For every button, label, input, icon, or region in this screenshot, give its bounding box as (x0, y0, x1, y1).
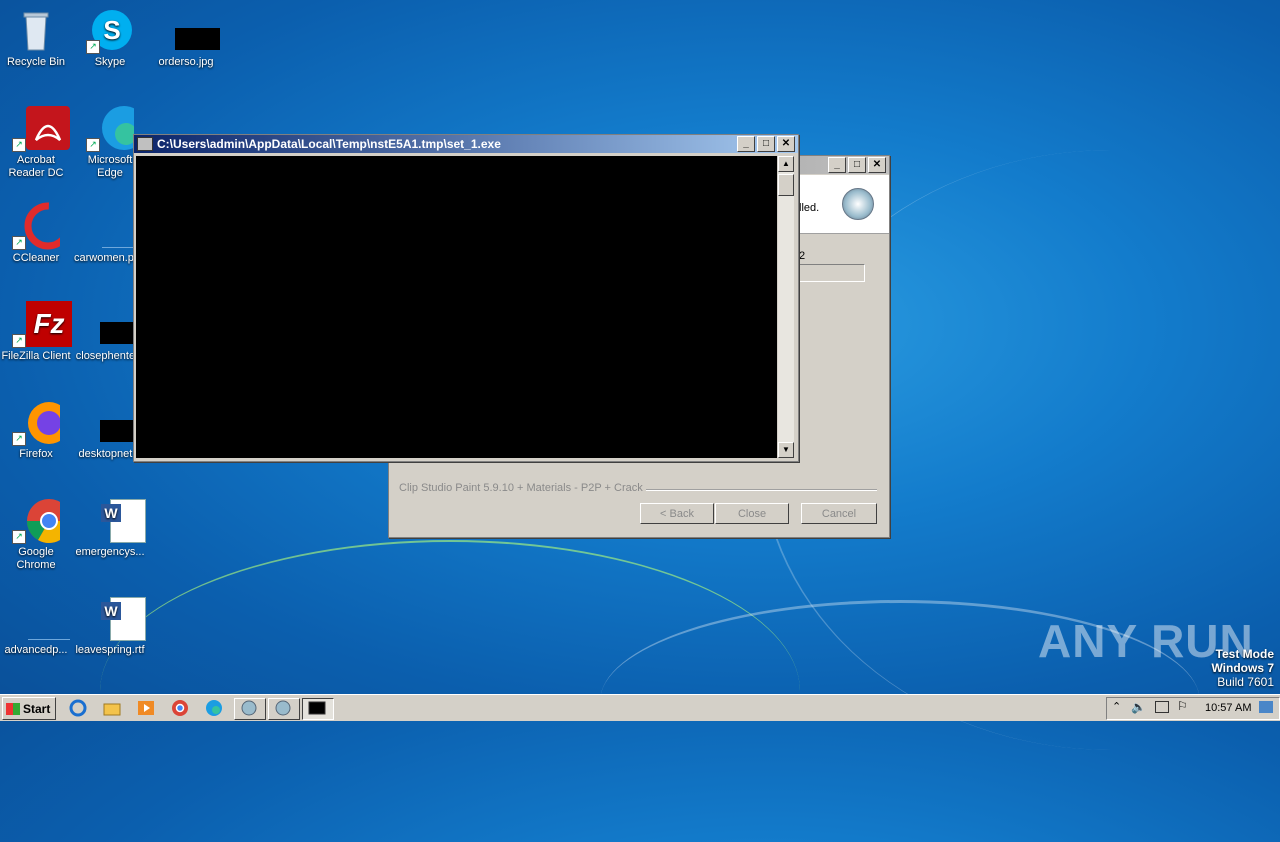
installer-header-text: lled. (799, 202, 820, 214)
clock[interactable]: 10:57 AM (1205, 702, 1251, 714)
scroll-down-button[interactable]: ▼ (778, 442, 794, 458)
start-button[interactable]: Start (2, 697, 56, 720)
desktop-icon-label: CCleaner (12, 252, 60, 264)
desktop-icon-leavespring[interactable]: W leavespring.rtf (74, 594, 146, 657)
image-file-icon (162, 6, 220, 54)
ccleaner-icon: ↗ (12, 202, 72, 250)
volume-icon[interactable]: 🔈 (1131, 700, 1146, 714)
console-window[interactable]: C:\Users\admin\AppData\Local\Temp\nstE5A… (133, 134, 799, 462)
desktop-icon-orderso[interactable]: orderso.jpg (150, 6, 222, 69)
shortcut-arrow-icon: ↗ (12, 530, 26, 544)
scroll-up-button[interactable]: ▲ (778, 156, 794, 172)
file-icon (86, 398, 145, 446)
desktop-icon-ccleaner[interactable]: ↗ CCleaner (0, 202, 72, 265)
console-titlebar[interactable]: C:\Users\admin\AppData\Local\Temp\nstE5A… (134, 135, 798, 153)
installer-footer-brand: Clip Studio Paint 5.9.10 + Materials - P… (399, 482, 646, 494)
desktop-icon-label: Acrobat Reader DC (8, 154, 64, 179)
console-app-icon (137, 137, 153, 151)
desktop-icon-label: advancedp... (4, 644, 68, 656)
skype-icon: S ↗ (86, 6, 134, 54)
console-output[interactable] (136, 156, 777, 458)
os-label: Windows 7 (1211, 661, 1274, 675)
desktop-icon-label: Recycle Bin (6, 56, 66, 68)
close-window-button[interactable]: ✕ (777, 136, 795, 152)
test-mode-label: Test Mode (1215, 647, 1274, 661)
desktop-icon-skype[interactable]: S ↗ Skype (74, 6, 146, 69)
back-button[interactable]: < Back (640, 503, 714, 524)
chrome-icon: ↗ (12, 496, 71, 544)
show-desktop-icon[interactable] (1259, 701, 1273, 713)
desktop-icon-label: Firefox (19, 448, 53, 460)
shortcut-arrow-icon: ↗ (12, 236, 26, 250)
desktop-icon-label: emergencys... (75, 546, 145, 558)
ie-taskbar-icon[interactable] (68, 698, 90, 718)
shortcut-arrow-icon: ↗ (86, 40, 100, 54)
close-window-button[interactable]: ✕ (868, 157, 886, 173)
start-label: Start (23, 701, 51, 716)
maximize-button[interactable]: □ (848, 157, 866, 173)
installer-progress-bar (799, 264, 865, 282)
console-title: C:\Users\admin\AppData\Local\Temp\nstE5A… (157, 137, 501, 151)
filezilla-icon: Fz ↗ (12, 300, 72, 348)
minimize-button[interactable]: _ (828, 157, 846, 173)
acrobat-icon: ↗ (12, 104, 70, 152)
word-doc-icon: W (86, 496, 146, 544)
desktop-icon-label: Skype (94, 56, 126, 68)
close-button[interactable]: Close (715, 503, 789, 524)
installer-logo-icon (842, 188, 874, 220)
desktop-icon-label: orderso.jpg (158, 56, 214, 68)
shortcut-arrow-icon: ↗ (12, 432, 26, 446)
desktop-icon-label: leavespring.rtf (75, 644, 145, 656)
maximize-button[interactable]: □ (757, 136, 775, 152)
desktop-icon-emergencys[interactable]: W emergencys... (74, 496, 146, 559)
desktop-icon-chrome[interactable]: ↗ Google Chrome (0, 496, 72, 572)
desktop-icon-firefox[interactable]: ↗ Firefox (0, 398, 72, 461)
firefox-icon: ↗ (12, 398, 70, 446)
media-player-taskbar-icon[interactable] (136, 698, 158, 718)
cancel-button[interactable]: Cancel (801, 503, 877, 524)
console-scrollbar[interactable]: ▲ ▼ (778, 156, 794, 458)
desktop-icon-label: Google Chrome (16, 546, 56, 571)
desktop-icon-acrobat[interactable]: ↗ Acrobat Reader DC (0, 104, 72, 180)
shortcut-arrow-icon: ↗ (12, 138, 26, 152)
installer2-taskbar-icon[interactable] (268, 698, 300, 720)
edge-icon: ↗ (86, 104, 146, 152)
shortcut-arrow-icon: ↗ (86, 138, 100, 152)
console-taskbar-icon[interactable] (302, 698, 334, 720)
chrome-taskbar-icon[interactable] (170, 698, 192, 718)
build-label: Build 7601 (1217, 675, 1274, 689)
installer-taskbar-icon[interactable] (234, 698, 266, 720)
desktop-icon-filezilla[interactable]: Fz ↗ FileZilla Client (0, 300, 72, 363)
file-icon (86, 202, 142, 250)
minimize-button[interactable]: _ (737, 136, 755, 152)
desktop-icon-label: FileZilla Client (1, 350, 71, 362)
explorer-taskbar-icon[interactable] (102, 698, 124, 718)
installer-status-text: 2 (799, 250, 806, 262)
recycle-bin-icon (12, 6, 60, 54)
system-tray: ⌃ 🔈 ⚐ 10:57 AM (1106, 697, 1280, 720)
file-icon (12, 594, 70, 642)
edge-taskbar-icon[interactable] (204, 698, 226, 718)
file-icon (86, 300, 145, 348)
desktop-icon-recycle-bin[interactable]: Recycle Bin (0, 6, 72, 69)
windows-logo-icon (6, 702, 20, 715)
taskbar: Start ⌃ 🔈 ⚐ 10:57 AM (0, 694, 1280, 721)
desktop-icon-advancedp[interactable]: advancedp... (0, 594, 72, 657)
flag-icon[interactable]: ⚐ (1177, 699, 1188, 713)
tray-expand-icon[interactable]: ⌃ (1112, 700, 1121, 713)
shortcut-arrow-icon: ↗ (12, 334, 26, 348)
network-icon[interactable] (1155, 701, 1169, 713)
test-mode-text: Test Mode Windows 7 Build 7601 (1211, 647, 1274, 689)
svg-text:S: S (103, 15, 120, 45)
scroll-thumb[interactable] (778, 174, 794, 196)
word-doc-icon: W (86, 594, 146, 642)
